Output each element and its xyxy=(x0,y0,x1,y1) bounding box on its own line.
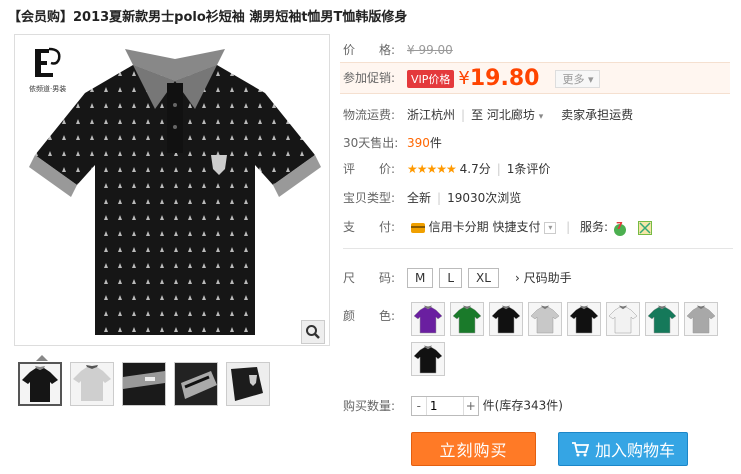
decrease-button[interactable]: - xyxy=(412,397,426,415)
shirt-icon xyxy=(569,305,599,334)
buy-now-button[interactable]: 立刻购买 xyxy=(411,432,536,466)
chevron-right-icon: › xyxy=(514,271,520,285)
quantity-stepper: - + xyxy=(410,396,479,416)
size-option-m[interactable]: M xyxy=(407,268,434,288)
shirt-icon xyxy=(647,305,677,334)
dropdown-icon[interactable]: ▾ xyxy=(544,221,557,234)
size-helper-link[interactable]: › 尺码助手 xyxy=(515,271,572,285)
thumb-selected-arrow xyxy=(36,355,48,361)
color-swatch[interactable] xyxy=(567,302,601,336)
seven-day-return-icon[interactable]: 7 xyxy=(612,220,628,236)
color-swatch[interactable] xyxy=(684,302,718,336)
shirt-icon xyxy=(530,305,560,334)
condition-row: 宝贝类型: 全新 | 19030次浏览 xyxy=(343,191,522,205)
price-row: 价 格: ¥ 99.00 xyxy=(343,43,453,57)
shirt-icon xyxy=(491,305,521,334)
svg-text:依频道·男装: 依频道·男装 xyxy=(29,84,66,93)
color-swatch[interactable] xyxy=(450,302,484,336)
sales-count: 390 xyxy=(407,136,430,150)
brand-logo: 依频道·男装 xyxy=(29,45,66,93)
credit-card-icon xyxy=(410,222,425,233)
color-swatch[interactable] xyxy=(489,302,523,336)
shirt-icon xyxy=(413,305,443,334)
original-price: ¥ 99.00 xyxy=(407,43,453,57)
color-swatch[interactable] xyxy=(606,302,640,336)
thumbnail-strip xyxy=(18,362,270,406)
credit-installment-link[interactable]: 信用卡分期 xyxy=(429,220,489,234)
shipping-row: 物流运费: 浙江杭州 | 至 河北廊坊 ▾ 卖家承担运费 xyxy=(343,108,634,122)
product-main-image[interactable]: 依频道·男装 xyxy=(14,34,330,346)
chevron-down-icon: ▾ xyxy=(538,112,544,122)
rating-stars-icon: ★★★★★ xyxy=(407,162,457,176)
shirt-icon xyxy=(413,345,443,374)
thumbnail[interactable] xyxy=(226,362,270,406)
color-swatch[interactable] xyxy=(645,302,679,336)
chevron-down-icon: ▾ xyxy=(587,72,594,86)
shirt-icon xyxy=(452,305,482,334)
more-promo-button[interactable]: 更多 ▾ xyxy=(555,69,601,88)
size-option-l[interactable]: L xyxy=(439,268,463,288)
payment-row: 支 付: 信用卡分期 快捷支付 ▾ | 服务: 7 xyxy=(343,218,652,236)
guarantee-icon[interactable] xyxy=(637,220,652,235)
vip-badge: VIP价格 xyxy=(407,69,455,88)
promo-row: 参加促销: VIP价格 ¥19.80 更多 ▾ xyxy=(343,66,601,91)
zoom-button[interactable] xyxy=(301,320,325,344)
size-option-xl[interactable]: XL xyxy=(468,268,499,288)
sales-row: 30天售出: 390件 xyxy=(343,136,442,150)
stock-count: (库存343件) xyxy=(494,398,563,413)
quantity-row: 购买数量: - + 件(库存343件) xyxy=(343,396,563,416)
destination-select[interactable]: 河北廊坊 ▾ xyxy=(487,108,543,122)
rating-row: 评 价: ★★★★★ 4.7分 | 1条评价 xyxy=(343,162,551,176)
svg-text:7: 7 xyxy=(616,221,623,232)
quick-pay-link[interactable]: 快捷支付 xyxy=(493,220,541,234)
thumbnail[interactable] xyxy=(122,362,166,406)
color-swatch[interactable] xyxy=(411,342,445,376)
increase-button[interactable]: + xyxy=(464,397,478,415)
polo-shirt-image: 依频道·男装 xyxy=(29,45,321,335)
size-row: 尺 码: M L XL › 尺码助手 xyxy=(343,268,572,288)
color-label-row: 颜 色: xyxy=(343,309,396,323)
shirt-icon xyxy=(608,305,638,334)
thumbnail[interactable] xyxy=(18,362,62,406)
reviews-link[interactable]: 1条评价 xyxy=(507,162,551,176)
shirt-icon xyxy=(686,305,716,334)
color-swatches xyxy=(411,302,731,382)
product-title: 【会员购】2013夏新款男士polo衫短袖 潮男短袖t恤男T恤韩版修身 xyxy=(8,10,408,25)
currency-symbol: ¥ xyxy=(458,68,470,89)
magnifier-icon xyxy=(306,325,320,339)
add-to-cart-button[interactable]: 加入购物车 xyxy=(558,432,688,466)
quantity-input[interactable] xyxy=(425,397,464,415)
thumbnail[interactable] xyxy=(70,362,114,406)
color-swatch[interactable] xyxy=(411,302,445,336)
promo-price: 19.80 xyxy=(469,66,540,91)
divider xyxy=(343,248,733,249)
cart-icon xyxy=(571,442,589,457)
rating-score: 4.7分 xyxy=(459,162,491,176)
thumbnail[interactable] xyxy=(174,362,218,406)
color-swatch[interactable] xyxy=(528,302,562,336)
